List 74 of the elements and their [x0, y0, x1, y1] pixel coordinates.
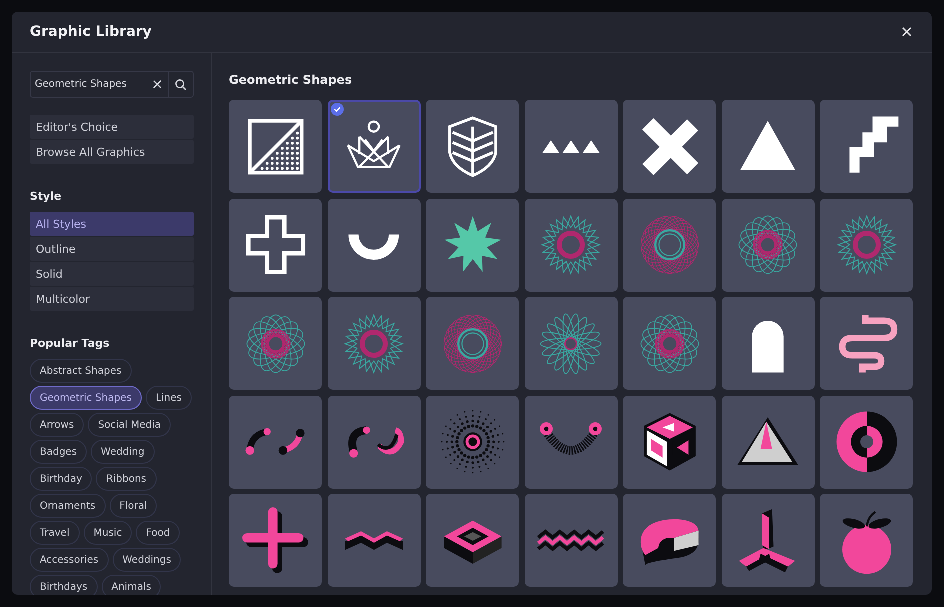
graphic-tile[interactable] [426, 297, 519, 390]
nav-item[interactable]: Editor's Choice [30, 115, 194, 139]
graphic-tile[interactable] [328, 396, 420, 488]
check-icon [330, 103, 344, 116]
tag-chip[interactable]: Food [136, 521, 180, 545]
section-heading: Style [30, 190, 63, 203]
graphic-tile[interactable] [328, 100, 420, 193]
tag-chip[interactable]: Social Media [88, 413, 172, 437]
tag-chip[interactable]: Abstract Shapes [30, 359, 132, 383]
graphic-tile[interactable] [524, 198, 618, 292]
graphic-tile[interactable] [623, 297, 716, 390]
tag-chip[interactable]: Geometric Shapes [30, 386, 142, 410]
graphic-tile[interactable] [623, 396, 716, 488]
graphic-tile[interactable] [229, 100, 322, 193]
tag-chip[interactable]: Wedding [91, 440, 155, 464]
section-heading: Popular Tags [30, 337, 111, 350]
graphic-tile[interactable] [229, 297, 322, 390]
tag-chip[interactable]: Birthdays [30, 575, 98, 595]
graphic-tile[interactable] [524, 100, 618, 193]
graphic-tile[interactable] [229, 198, 322, 292]
graphic-tile[interactable] [820, 198, 913, 292]
graphic-tile[interactable] [426, 396, 519, 488]
graphic-tile[interactable] [820, 100, 913, 193]
tag-chip[interactable]: Arrows [30, 413, 84, 437]
plus-3d-icon [240, 504, 312, 576]
tag-chip[interactable]: Ribbons [96, 467, 156, 491]
graphic-tile[interactable] [623, 198, 716, 292]
graphic-tile[interactable] [722, 297, 814, 390]
graphic-tile[interactable] [722, 494, 814, 587]
tag-chip[interactable]: Accessories [30, 548, 109, 572]
graphic-tile[interactable] [426, 100, 519, 193]
close-icon [900, 25, 914, 39]
graphic-tile[interactable] [722, 396, 814, 488]
tag-chip[interactable]: Weddings [112, 548, 182, 572]
tag-chip[interactable]: Birthday [30, 467, 92, 491]
graphic-tile[interactable] [328, 198, 420, 292]
search-field[interactable]: Geometric Shapes [31, 72, 147, 97]
search-bar[interactable]: Geometric Shapes [30, 71, 194, 98]
style-option[interactable]: All Styles [30, 212, 194, 236]
graphic-tile[interactable] [524, 297, 618, 390]
tag-chip[interactable]: Badges [30, 440, 88, 464]
style-option[interactable]: Outline [30, 237, 194, 261]
tag-chip[interactable]: Music [84, 521, 132, 545]
graphic-tile[interactable] [722, 100, 814, 193]
close-button[interactable] [900, 25, 914, 39]
graphic-tile[interactable] [623, 100, 716, 193]
gallery-heading: Geometric Shapes [229, 73, 354, 87]
nav-item[interactable]: Browse All Graphics [30, 140, 194, 164]
graphic-tile[interactable] [426, 494, 519, 587]
graphic-tile[interactable] [524, 396, 618, 488]
tag-chip[interactable]: Lines [146, 386, 192, 410]
graphic-tile[interactable] [820, 494, 913, 587]
graphic-tile[interactable] [229, 396, 322, 488]
graphic-tile[interactable] [820, 396, 913, 488]
graphic-tile[interactable] [328, 494, 420, 587]
graphic-tile[interactable] [426, 198, 519, 292]
window-title: Graphic Library [30, 24, 152, 40]
graphic-tile[interactable] [722, 198, 814, 292]
clear-icon [153, 80, 162, 89]
graphic-tile[interactable] [820, 297, 913, 390]
zigzag-3d-icon [344, 530, 404, 552]
zigzag-stripe-icon [537, 528, 605, 552]
graphic-tile[interactable] [623, 494, 716, 587]
tag-chip[interactable]: Ornaments [30, 494, 106, 518]
search-icon [175, 78, 187, 90]
tag-chip[interactable]: Animals [102, 575, 162, 595]
graphic-tile[interactable] [328, 297, 420, 390]
tag-chip[interactable]: Floral [110, 494, 158, 518]
style-option[interactable]: Solid [30, 262, 194, 286]
style-option[interactable]: Multicolor [30, 287, 194, 311]
triangles-icon [540, 138, 602, 154]
tag-chip[interactable]: Travel [30, 521, 80, 545]
graphic-tile[interactable] [524, 494, 618, 587]
graphic-tile[interactable] [229, 494, 322, 587]
